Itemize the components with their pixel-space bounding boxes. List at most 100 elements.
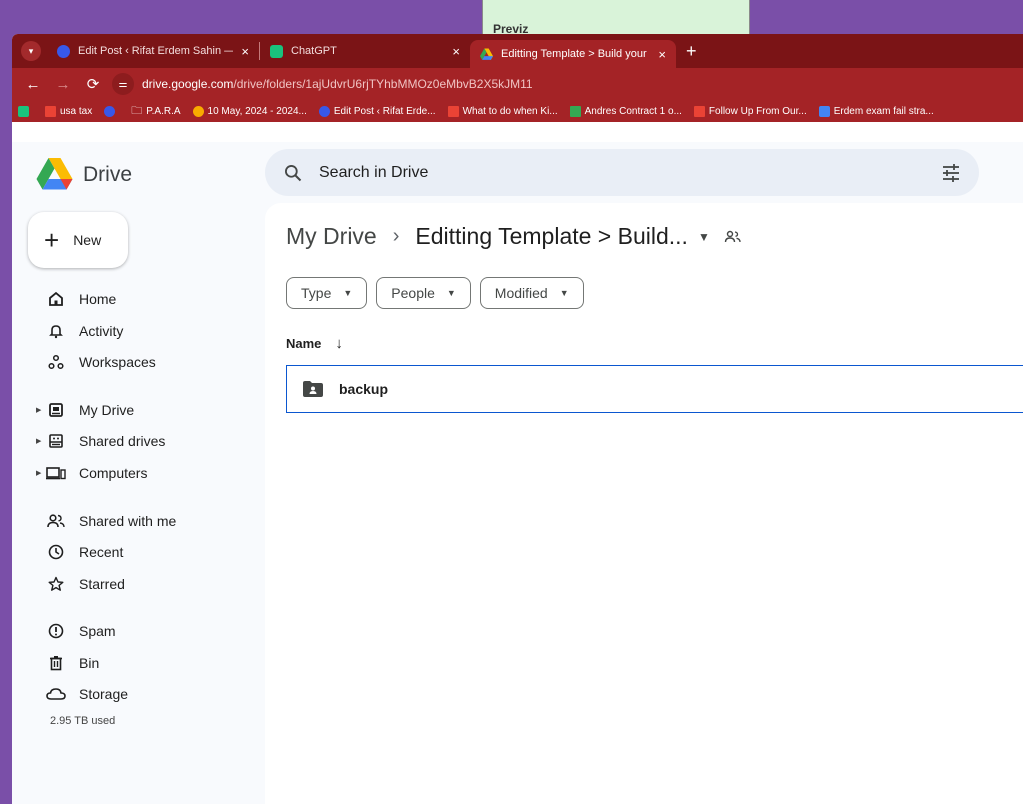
list-item[interactable]: backup	[286, 365, 1023, 413]
filter-modified[interactable]: Modified ▼	[479, 277, 584, 309]
bookmark-follow-up[interactable]: Follow Up From Our...	[693, 105, 807, 117]
chevron-down-icon: ▼	[343, 288, 353, 298]
sidebar-item-home[interactable]: Home	[34, 287, 116, 311]
my-drive-icon	[46, 400, 66, 420]
tab-strip: ▾ Edit Post ‹ Rifat Erdem Sahin — × Chat…	[12, 34, 1023, 68]
sidebar-item-label: Shared drives	[79, 433, 166, 449]
filter-chips: Type ▼ People ▼ Modified ▼	[286, 277, 593, 309]
filter-type[interactable]: Type ▼	[286, 277, 368, 309]
bookmark-what-to-do[interactable]: What to do when Ki...	[447, 105, 558, 117]
cloud-icon	[46, 684, 66, 704]
sidebar-item-recent[interactable]: Recent	[34, 540, 123, 564]
reload-icon[interactable]: ⟳	[78, 75, 108, 93]
bookmark-andres-contract[interactable]: Andres Contract 1 o...	[569, 105, 682, 117]
url-path: /drive/folders/1ajUdvrU6rjTYhbMMOz0eMbvB…	[233, 77, 533, 91]
sidebar-item-spam[interactable]: Spam	[34, 619, 116, 643]
plus-icon: +	[44, 225, 60, 255]
tab-chatgpt[interactable]: ChatGPT ×	[260, 34, 470, 68]
drive-logo[interactable]: Drive	[36, 158, 132, 191]
filter-people[interactable]: People ▼	[376, 277, 471, 309]
close-icon[interactable]: ×	[658, 47, 666, 62]
bookmark-wordpress[interactable]	[104, 105, 119, 117]
chevron-down-icon: ▼	[559, 288, 569, 298]
expand-caret-icon[interactable]: ▶	[36, 406, 41, 414]
bookmark-para[interactable]: 🗀 P.A.R.A	[131, 102, 180, 121]
bookmark-label: Follow Up From Our...	[708, 105, 807, 117]
main-content: My Drive › Editting Template > Build... …	[265, 203, 1023, 804]
shared-folder-icon	[303, 381, 323, 397]
new-tab-button[interactable]: +	[686, 41, 697, 62]
bookmark-erdem-exam[interactable]: Erdem exam fail stra...	[818, 105, 934, 117]
bookmark-label: 10 May, 2024 - 2024...	[207, 105, 307, 117]
forward-icon[interactable]: →	[48, 76, 78, 93]
tab-search-button[interactable]: ▾	[21, 41, 41, 61]
computer-icon	[46, 463, 66, 483]
chatgpt-icon	[270, 44, 283, 58]
bookmark-label: Andres Contract 1 o...	[584, 105, 682, 117]
bookmark-usa-tax[interactable]: usa tax	[45, 105, 93, 117]
sidebar-item-label: Recent	[79, 544, 124, 560]
calendar-icon	[818, 105, 830, 117]
url-field[interactable]: ⚌ drive.google.com /drive/folders/1ajUdv…	[112, 73, 533, 95]
column-label: Name	[286, 336, 322, 351]
sidebar-item-shared-with-me[interactable]: Shared with me	[34, 509, 176, 533]
sidebar-item-storage[interactable]: Storage	[34, 682, 128, 706]
close-icon[interactable]: ×	[241, 44, 249, 59]
bookmark-label: usa tax	[60, 105, 93, 117]
breadcrumb-current-folder[interactable]: Editting Template > Build...	[415, 223, 688, 250]
gmail-icon	[447, 105, 459, 117]
breadcrumb-my-drive[interactable]: My Drive	[286, 223, 377, 250]
filter-label: Type	[301, 285, 332, 301]
expand-caret-icon[interactable]: ▶	[36, 469, 41, 477]
home-icon	[46, 289, 66, 309]
google-drive-icon	[36, 158, 73, 190]
sidebar-item-label: Home	[79, 291, 117, 307]
bookmark-label: Edit Post ‹ Rifat Erde...	[333, 105, 436, 117]
close-icon[interactable]: ×	[452, 44, 460, 59]
tab-label: Editting Template > Build your l	[501, 48, 651, 60]
gmail-icon	[45, 105, 56, 117]
bookmark-edit-post[interactable]: Edit Post ‹ Rifat Erde...	[318, 105, 436, 117]
new-button[interactable]: + New	[28, 212, 128, 268]
name-column-header[interactable]: Name ↓	[286, 335, 343, 352]
filter-label: Modified	[494, 285, 548, 301]
sidebar-item-label: Shared with me	[79, 513, 177, 529]
chevron-down-icon: ▼	[446, 288, 456, 298]
shared-folder-people-icon[interactable]	[724, 230, 742, 244]
sidebar-item-computers[interactable]: ▶ Computers	[34, 461, 147, 485]
search-input[interactable]: Search in Drive	[265, 149, 979, 196]
sidebar-item-label: Starred	[79, 576, 125, 592]
wordpress-icon	[318, 105, 330, 117]
file-name: backup	[339, 381, 389, 397]
sidebar-item-label: Workspaces	[79, 354, 156, 370]
sidebar-item-my-drive[interactable]: ▶ My Drive	[34, 398, 134, 422]
bookmark-label: What to do when Ki...	[462, 105, 558, 117]
expand-caret-icon[interactable]: ▶	[36, 437, 41, 445]
breadcrumb: My Drive › Editting Template > Build... …	[286, 223, 742, 250]
sidebar-item-activity[interactable]: Activity	[34, 319, 123, 343]
search-options-icon[interactable]	[941, 163, 961, 183]
google-drive-icon	[480, 48, 493, 60]
tab-label: Edit Post ‹ Rifat Erdem Sahin —	[78, 45, 234, 57]
bookmark-chatgpt[interactable]	[18, 105, 33, 117]
bookmark-label: P.A.R.A	[146, 105, 181, 117]
bookmark-10-may[interactable]: 10 May, 2024 - 2024...	[192, 105, 307, 117]
sort-arrow-icon[interactable]: ↓	[335, 335, 343, 352]
sidebar-item-shared-drives[interactable]: ▶ Shared drives	[34, 429, 165, 453]
back-icon[interactable]: ←	[18, 76, 48, 93]
bookmark-label: Erdem exam fail stra...	[833, 105, 934, 117]
sidebar-item-label: Storage	[79, 686, 129, 702]
chevron-down-icon[interactable]: ▼	[698, 230, 710, 244]
search-placeholder: Search in Drive	[319, 163, 429, 181]
tab-editting-template[interactable]: Editting Template > Build your l ×	[470, 40, 676, 68]
sidebar-item-workspaces[interactable]: Workspaces	[34, 350, 156, 374]
tab-edit-post[interactable]: Edit Post ‹ Rifat Erdem Sahin — ×	[47, 34, 259, 68]
sidebar-item-label: Bin	[79, 655, 100, 671]
shared-drives-icon	[46, 431, 66, 451]
drive-app: Drive Search in Drive + New Home Activit…	[12, 142, 1023, 804]
sidebar-item-starred[interactable]: Starred	[34, 572, 125, 596]
site-settings-icon[interactable]: ⚌	[112, 73, 134, 95]
app-name: Drive	[83, 162, 133, 186]
tab-label: ChatGPT	[291, 45, 337, 57]
sidebar-item-bin[interactable]: Bin	[34, 651, 99, 675]
